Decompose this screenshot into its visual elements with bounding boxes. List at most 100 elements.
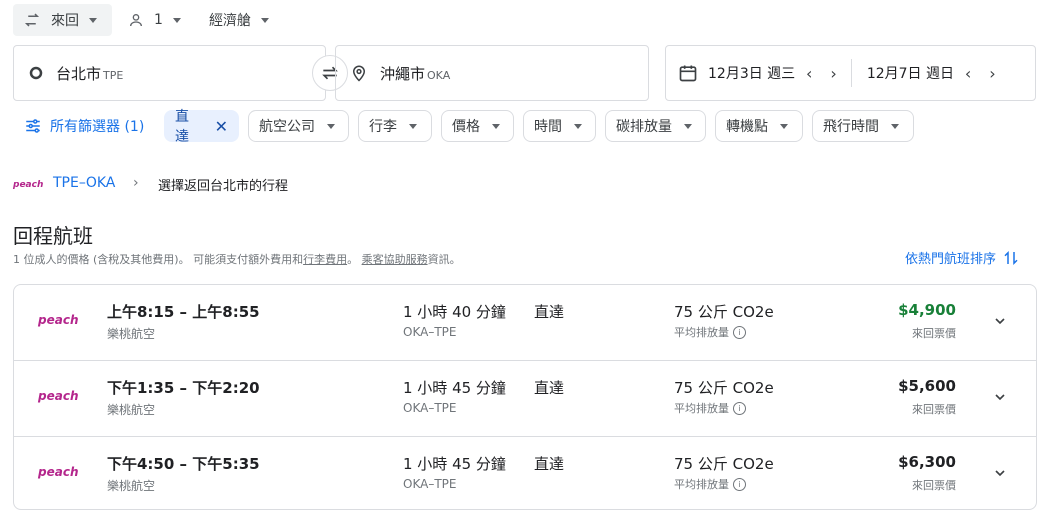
flight-duration: 1 小時 40 分鐘 — [403, 303, 506, 321]
origin-code: TPE — [103, 68, 124, 82]
caret-down-icon — [89, 17, 97, 23]
breadcrumb-chevron-icon: › — [133, 175, 139, 191]
passenger-select[interactable]: 1 — [128, 4, 181, 36]
calendar-icon — [679, 65, 697, 82]
chip-label: 直達 — [175, 109, 189, 145]
expand-chevron-icon[interactable] — [992, 389, 1008, 405]
flight-times: 上午8:15 – 上午8:55 — [107, 303, 260, 321]
airline-logo: peach — [38, 465, 79, 479]
airline-name: 樂桃航空 — [107, 403, 156, 417]
emissions-note-label: 平均排放量 — [674, 402, 729, 415]
info-icon[interactable]: i — [733, 325, 746, 339]
all-filters-button[interactable]: 所有篩選器 (1) — [24, 110, 144, 142]
breadcrumb-route-link[interactable]: TPE–OKA — [53, 175, 115, 191]
section-title: 回程航班 — [13, 224, 93, 248]
flight-times: 下午4:50 – 下午5:35 — [107, 455, 260, 473]
date-field[interactable]: 12月3日 週三 ‹ › 12月7日 週日 ‹ › — [665, 45, 1036, 101]
filter-chip-time[interactable]: 時間 — [523, 110, 596, 142]
caret-down-icon — [891, 123, 899, 129]
flight-stops: 直達 — [534, 303, 565, 321]
price-type: 來回票價 — [912, 403, 956, 416]
trip-type-select[interactable]: 來回 — [13, 4, 112, 36]
passenger-assistance-link[interactable]: 乘客協助服務 — [362, 253, 428, 266]
chip-label: 行李 — [369, 119, 397, 135]
price-note-prefix: 1 位成人的價格 (含稅及其他費用)。 可能須支付額外費用和 — [13, 253, 304, 266]
depart-next-date-icon[interactable]: › — [830, 64, 836, 83]
emissions-note: 平均排放量 i — [674, 324, 746, 340]
caret-down-icon — [327, 123, 335, 129]
caret-down-icon — [574, 123, 582, 129]
origin-field[interactable]: 台北市 TPE — [13, 45, 326, 101]
chip-label: 時間 — [534, 119, 562, 135]
depart-date[interactable]: 12月3日 週三 — [708, 63, 800, 83]
emissions-note-label: 平均排放量 — [674, 478, 729, 491]
destination-field[interactable]: 沖繩市 OKA — [335, 45, 649, 101]
emissions-note: 平均排放量 i — [674, 476, 746, 492]
flight-price: $5,600 — [898, 377, 956, 395]
caret-down-icon — [492, 123, 500, 129]
flight-duration: 1 小時 45 分鐘 — [403, 379, 506, 397]
filter-chip-emissions[interactable]: 碳排放量 — [605, 110, 706, 142]
price-note-separator: 。 — [347, 253, 359, 266]
caret-down-icon — [261, 17, 269, 23]
caret-down-icon — [780, 123, 788, 129]
chip-label: 航空公司 — [259, 119, 315, 135]
airline-name: 樂桃航空 — [107, 479, 156, 493]
baggage-fees-link[interactable]: 行李費用 — [303, 253, 347, 266]
return-date[interactable]: 12月7日 週日 — [867, 63, 959, 83]
flight-row[interactable]: peach 下午1:35 – 下午2:20 樂桃航空 1 小時 45 分鐘 OK… — [14, 361, 1036, 437]
origin-circle-icon — [29, 66, 43, 80]
destination-code: OKA — [427, 68, 451, 82]
filter-chip-airline[interactable]: 航空公司 — [248, 110, 349, 142]
price-type: 來回票價 — [912, 327, 956, 340]
flight-emissions: 75 公斤 CO2e — [674, 455, 774, 473]
sort-button[interactable]: 依熱門航班排序 — [905, 248, 1020, 267]
origin-city: 台北市 — [56, 64, 102, 83]
sort-label: 依熱門航班排序 — [905, 252, 997, 267]
close-icon[interactable]: ✕ — [215, 117, 228, 136]
person-icon — [130, 14, 142, 27]
expand-chevron-icon[interactable] — [992, 465, 1008, 481]
chip-label: 碳排放量 — [616, 119, 672, 135]
filter-chip-connecting[interactable]: 轉機點 — [715, 110, 803, 142]
flight-row[interactable]: peach 下午4:50 – 下午5:35 樂桃航空 1 小時 45 分鐘 OK… — [14, 437, 1036, 509]
flight-emissions: 75 公斤 CO2e — [674, 303, 774, 321]
airline-logo: peach — [38, 389, 79, 403]
return-prev-date-icon[interactable]: ‹ — [965, 64, 971, 83]
airline-logo: peach — [38, 313, 79, 327]
swap-arrows-icon — [24, 13, 40, 27]
flight-stops: 直達 — [534, 455, 565, 473]
chip-label: 價格 — [452, 119, 480, 135]
return-next-date-icon[interactable]: › — [989, 64, 995, 83]
flight-route: OKA–TPE — [403, 477, 457, 491]
price-note-suffix: 資訊。 — [427, 253, 461, 266]
filter-chip-nonstop[interactable]: 直達 ✕ — [164, 109, 239, 145]
filter-chip-price[interactable]: 價格 — [441, 110, 514, 142]
destination-city: 沖繩市 — [380, 64, 426, 83]
cabin-select[interactable]: 經濟艙 — [209, 4, 269, 36]
location-pin-icon — [352, 65, 366, 82]
filter-chip-duration[interactable]: 飛行時間 — [812, 110, 914, 142]
date-divider — [850, 59, 852, 87]
caret-down-icon — [409, 123, 417, 129]
flight-price: $6,300 — [898, 453, 956, 471]
trip-type-label: 來回 — [51, 13, 79, 29]
passenger-count: 1 — [154, 12, 163, 28]
filter-chip-baggage[interactable]: 行李 — [358, 110, 432, 142]
flight-route: OKA–TPE — [403, 401, 457, 415]
depart-prev-date-icon[interactable]: ‹ — [806, 64, 812, 83]
chip-label: 飛行時間 — [823, 119, 879, 135]
flight-times: 下午1:35 – 下午2:20 — [107, 379, 260, 397]
caret-down-icon — [172, 17, 181, 23]
info-icon[interactable]: i — [733, 401, 746, 415]
flight-duration: 1 小時 45 分鐘 — [403, 455, 506, 473]
flight-row[interactable]: peach 上午8:15 – 上午8:55 樂桃航空 1 小時 40 分鐘 OK… — [14, 285, 1036, 361]
all-filters-label: 所有篩選器 (1) — [50, 119, 145, 135]
tune-icon — [26, 119, 40, 133]
expand-chevron-icon[interactable] — [992, 313, 1008, 329]
airline-logo: peach — [13, 180, 44, 190]
info-icon[interactable]: i — [733, 477, 746, 491]
price-note: 1 位成人的價格 (含稅及其他費用)。 可能須支付額外費用和行李費用。 乘客協助… — [13, 251, 461, 267]
flight-route: OKA–TPE — [403, 325, 457, 339]
airline-name: 樂桃航空 — [107, 327, 156, 341]
